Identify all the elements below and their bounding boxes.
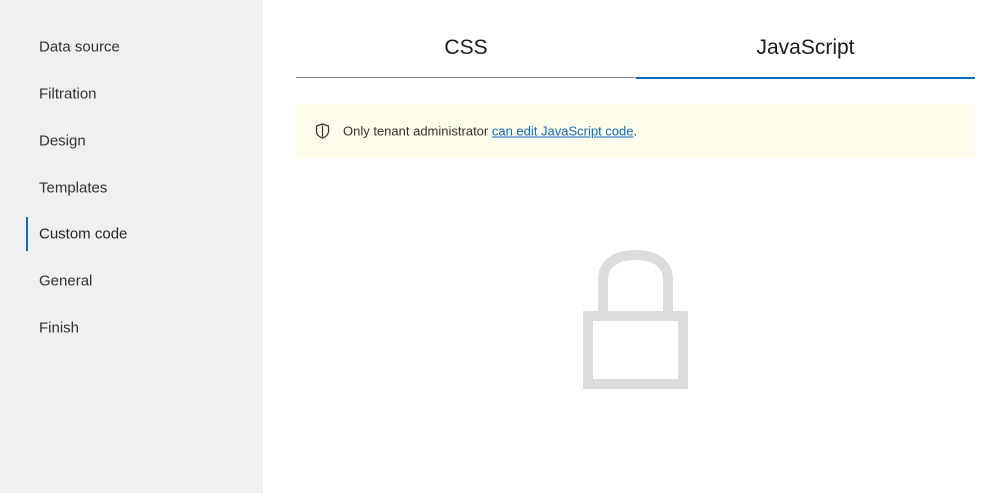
notice-text: Only tenant administrator bbox=[343, 123, 492, 139]
shield-icon bbox=[315, 123, 330, 139]
tab-css[interactable]: CSS bbox=[296, 28, 636, 78]
tab-label: CSS bbox=[444, 36, 488, 59]
notice-message: Only tenant administrator can edit JavaS… bbox=[343, 124, 637, 139]
sidebar-item-general[interactable]: General bbox=[26, 263, 246, 299]
sidebar-item-label: Templates bbox=[39, 179, 108, 197]
can-edit-js-link[interactable]: can edit JavaScript code bbox=[492, 124, 634, 139]
active-indicator bbox=[26, 217, 28, 251]
tab-label: JavaScript bbox=[756, 36, 855, 59]
lock-icon bbox=[583, 250, 688, 389]
sidebar-item-label: Finish bbox=[39, 319, 80, 337]
permission-notice: Only tenant administrator can edit JavaS… bbox=[296, 104, 975, 158]
sidebar-item-templates[interactable]: Templates bbox=[26, 170, 246, 206]
sidebar-item-label: General bbox=[39, 272, 93, 290]
sidebar-item-custom-code[interactable]: Custom code bbox=[26, 216, 246, 252]
tab-javascript[interactable]: JavaScript bbox=[636, 28, 975, 79]
notice-suffix: . bbox=[633, 123, 638, 139]
sidebar-item-finish[interactable]: Finish bbox=[26, 310, 246, 346]
sidebar-item-label: Custom code bbox=[39, 225, 128, 243]
sidebar-item-design[interactable]: Design bbox=[26, 123, 246, 159]
sidebar-item-data-source[interactable]: Data source bbox=[26, 29, 246, 65]
sidebar-item-label: Design bbox=[39, 132, 86, 150]
sidebar-item-label: Filtration bbox=[39, 85, 97, 103]
code-tabs: CSS JavaScript bbox=[296, 28, 975, 79]
sidebar: Data source Filtration Design Templates … bbox=[0, 0, 263, 493]
sidebar-item-label: Data source bbox=[39, 38, 120, 56]
sidebar-item-filtration[interactable]: Filtration bbox=[26, 76, 246, 112]
custom-code-page: Data source Filtration Design Templates … bbox=[0, 0, 1000, 493]
